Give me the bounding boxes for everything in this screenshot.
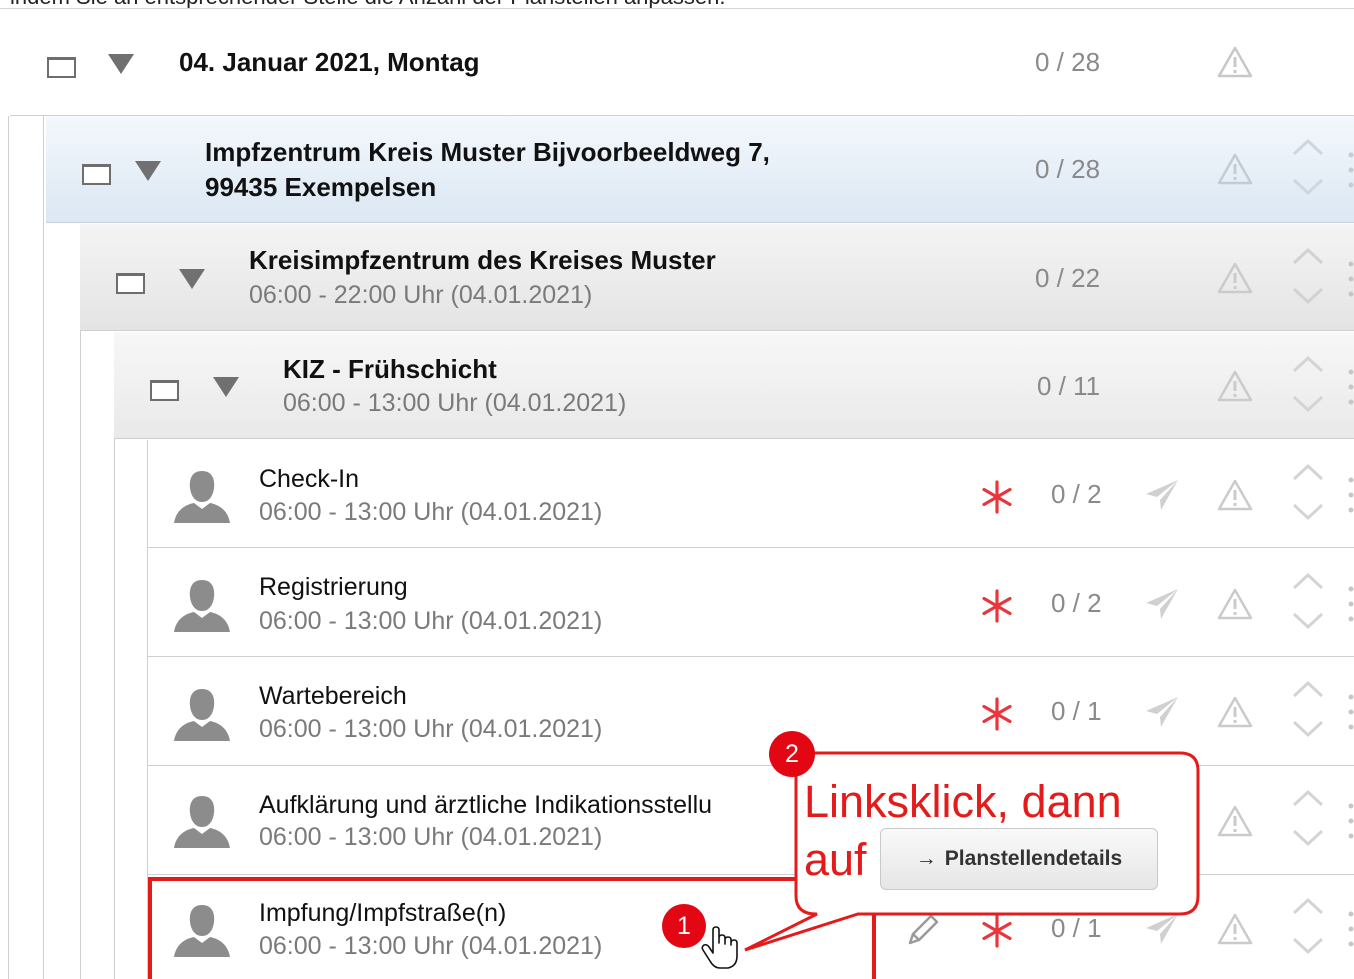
hand-cursor-icon (701, 926, 738, 969)
planstellendetails-button[interactable]: → Planstellendetails (880, 828, 1158, 890)
screenshot-stage: indem Sie an entsprechender Stelle die A… (0, 0, 1354, 979)
arrow-right-icon: → (915, 847, 937, 870)
planstellendetails-label: Planstellendetails (944, 847, 1123, 870)
callout-text-line1: Linksklick, dann (804, 776, 1122, 827)
step-badge-2: 2 (769, 731, 815, 777)
callout-text-line2: auf (804, 834, 867, 885)
